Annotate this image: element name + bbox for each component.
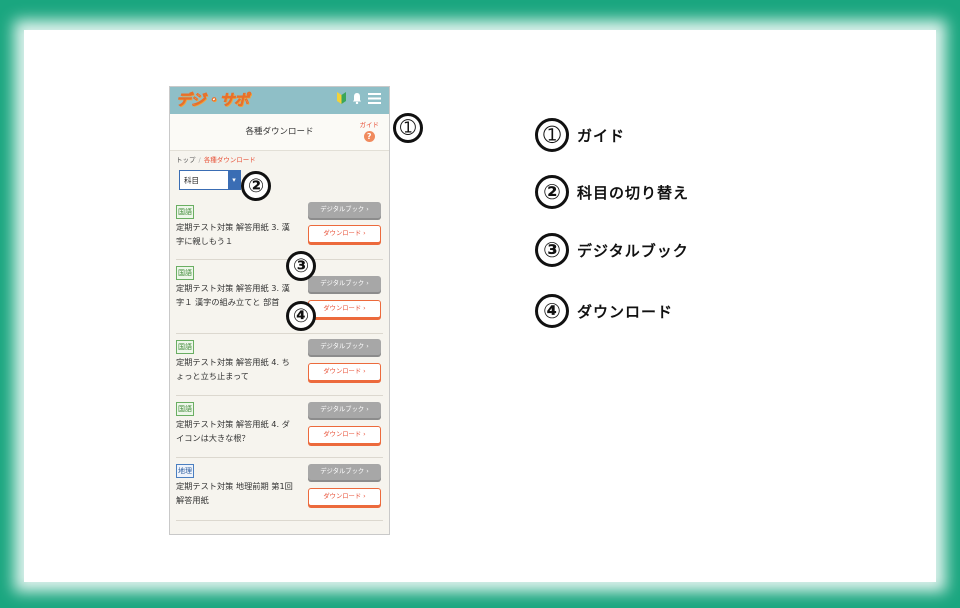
chevron-down-icon: ▾ — [228, 171, 240, 189]
legend-number: ④ — [535, 294, 569, 328]
list-item: 国語 定期テスト対策 解答用紙 4. ちょっと立ち止まって デジタルブック › … — [176, 334, 383, 396]
legend-number: ② — [535, 175, 569, 209]
subject-tag: 地理 — [176, 464, 194, 478]
callout-2: ② — [241, 171, 271, 201]
app-logo[interactable]: デジ・サポ — [176, 89, 250, 110]
phone-screenshot: デジ・サポ 各種ダウンロード ガイド ? トップ / 各種ダウンロード 科目 ▾ 国… — [169, 86, 390, 535]
beginner-mark-icon[interactable] — [337, 92, 346, 104]
digital-book-button[interactable]: デジタルブック › — [308, 276, 381, 292]
subject-tag: 国語 — [176, 402, 194, 416]
download-button[interactable]: ダウンロード › — [308, 488, 381, 506]
subject-tag: 国語 — [176, 266, 194, 280]
bell-icon[interactable] — [352, 92, 362, 104]
guide-link[interactable]: ガイド ? — [359, 119, 380, 142]
breadcrumb-current: 各種ダウンロード — [203, 156, 256, 164]
callout-4: ④ — [286, 301, 316, 331]
breadcrumb: トップ / 各種ダウンロード — [176, 154, 256, 164]
slide-canvas — [24, 30, 936, 582]
legend-label: デジタルブック — [577, 241, 689, 260]
callout-1: ➀ — [393, 113, 423, 143]
list-item: 国語 定期テスト対策 解答用紙 3. 漢字１ 漢字の組み立てと 部首 デジタルブ… — [176, 260, 383, 334]
subject-select-value: 科目 — [184, 176, 199, 185]
digital-book-button[interactable]: デジタルブック › — [308, 339, 381, 355]
list-item: 地理 定期テスト対策 地理前期 第1回 解答用紙 デジタルブック › ダウンロー… — [176, 458, 383, 521]
download-button[interactable]: ダウンロード › — [308, 300, 381, 318]
guide-label: ガイド — [359, 121, 380, 129]
subject-tag: 国語 — [176, 340, 194, 354]
help-icon: ? — [363, 131, 375, 142]
legend-row: ③ デジタルブック — [535, 233, 689, 267]
legend-number: ➀ — [535, 118, 569, 152]
download-button[interactable]: ダウンロード › — [308, 225, 381, 243]
app-header: デジ・サポ — [170, 87, 389, 114]
digital-book-button[interactable]: デジタルブック › — [308, 402, 381, 418]
legend-label: ダウンロード — [577, 302, 674, 321]
legend-number: ③ — [535, 233, 569, 267]
list-item: 国語 定期テスト対策 解答用紙 3. 漢字に親しもう１ デジタルブック › ダウ… — [176, 199, 383, 260]
legend-label: ガイド — [577, 126, 626, 145]
page-title: 各種ダウンロード — [245, 127, 314, 137]
page-title-bar: 各種ダウンロード ガイド ? — [170, 114, 389, 151]
legend-row: ➀ ガイド — [535, 118, 625, 152]
download-list: 国語 定期テスト対策 解答用紙 3. 漢字に親しもう１ デジタルブック › ダウ… — [176, 199, 383, 521]
hamburger-menu-icon[interactable] — [368, 92, 381, 104]
legend-row: ② 科目の切り替え — [535, 175, 689, 209]
download-button[interactable]: ダウンロード › — [308, 426, 381, 444]
list-item: 国語 定期テスト対策 解答用紙 4. ダイコンは大きな根？ デジタルブック › … — [176, 396, 383, 458]
breadcrumb-home[interactable]: トップ — [176, 156, 196, 164]
digital-book-button[interactable]: デジタルブック › — [308, 464, 381, 480]
callout-3: ③ — [286, 251, 316, 281]
subject-tag: 国語 — [176, 205, 194, 219]
legend-label: 科目の切り替え — [577, 183, 690, 202]
digital-book-button[interactable]: デジタルブック › — [308, 202, 381, 218]
legend-row: ④ ダウンロード — [535, 294, 673, 328]
subject-select[interactable]: 科目 ▾ — [179, 170, 241, 190]
download-button[interactable]: ダウンロード › — [308, 363, 381, 381]
breadcrumb-separator: / — [198, 156, 201, 164]
